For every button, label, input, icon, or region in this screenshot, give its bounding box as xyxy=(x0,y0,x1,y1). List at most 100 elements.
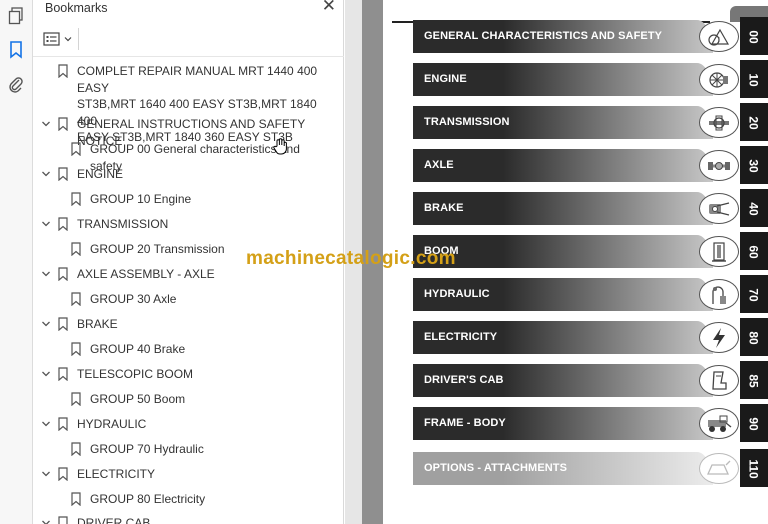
chevron-down-icon[interactable] xyxy=(41,316,51,332)
tab-label: DRIVER'S CAB xyxy=(424,374,504,386)
tab-label: ELECTRICITY xyxy=(424,331,498,343)
tab-number: 85 xyxy=(744,364,764,397)
pages-thumbnails-icon[interactable] xyxy=(4,4,28,28)
tab-label: ENGINE xyxy=(424,73,467,85)
tab-label: OPTIONS - ATTACHMENTS xyxy=(424,462,568,474)
warning-icon: ! xyxy=(699,21,739,52)
bookmark-label: TRANSMISSION xyxy=(77,217,169,231)
bookmark-label: GROUP 40 Brake xyxy=(90,342,186,356)
bookmark-icon xyxy=(58,367,68,382)
tab-number-text: 10 xyxy=(746,72,761,87)
tab-label: TRANSMISSION xyxy=(424,116,510,128)
chevron-down-icon[interactable] xyxy=(41,416,51,432)
bookmark-label: GROUP 00 General characteristics and saf… xyxy=(90,142,300,173)
tab-number: 40 xyxy=(744,192,764,225)
bookmark-icon xyxy=(58,467,68,482)
navigation-rail xyxy=(0,0,33,524)
section-tab[interactable]: ELECTRICITY 80 xyxy=(413,318,768,356)
section-tab[interactable]: BRAKE 40 xyxy=(413,189,768,227)
chevron-down-icon[interactable] xyxy=(41,515,51,524)
panel-title: Bookmarks xyxy=(45,1,108,15)
boom-icon xyxy=(699,236,739,267)
tab-number: 70 xyxy=(744,278,764,311)
panel-header: Bookmarks ✕ xyxy=(33,0,344,22)
panel-divider xyxy=(33,56,344,57)
axle-icon xyxy=(699,150,739,181)
bookmark-label: GROUP 30 Axle xyxy=(90,292,177,306)
section-tab[interactable]: BOOM 60 xyxy=(413,232,768,270)
tab-number: 10 xyxy=(744,63,764,96)
tab-label: FRAME - BODY xyxy=(424,417,506,429)
watermark: machinecatalogic.com xyxy=(246,248,456,269)
lightning-icon xyxy=(699,322,739,353)
tab-number-text: 20 xyxy=(746,115,761,130)
bookmark-icon xyxy=(58,64,68,79)
chevron-down-icon[interactable] xyxy=(41,266,51,282)
pdf-viewer: Bookmarks ✕ COMPLET REPAIR MANUAL MRT 14… xyxy=(0,0,768,524)
tab-number: 90 xyxy=(744,407,764,440)
bookmark-icon[interactable] xyxy=(4,38,28,62)
bookmark-icon xyxy=(58,417,68,432)
bookmark-icon xyxy=(58,317,68,332)
seat-icon xyxy=(699,365,739,396)
bookmark-icon xyxy=(58,167,68,182)
bookmark-icon xyxy=(71,292,81,307)
list-options-icon xyxy=(43,32,60,46)
tab-number-text: 40 xyxy=(746,201,761,216)
bookmark-label: ENGINE xyxy=(77,167,124,181)
attachment-bucket-icon xyxy=(699,453,739,484)
brake-icon xyxy=(699,193,739,224)
tab-number: 20 xyxy=(744,106,764,139)
chevron-down-icon xyxy=(64,37,72,42)
bookmark-label: ELECTRICITY xyxy=(77,467,156,481)
section-tab[interactable]: TRANSMISSION 20 xyxy=(413,103,768,141)
tab-label: GENERAL CHARACTERISTICS AND SAFETY xyxy=(424,30,663,42)
bookmark-label: AXLE ASSEMBLY - AXLE xyxy=(77,267,215,281)
bookmark-label: BRAKE xyxy=(77,317,118,331)
bookmark-icon xyxy=(71,442,81,457)
bookmark-icon xyxy=(71,192,81,207)
bookmark-icon xyxy=(71,242,81,257)
section-tab[interactable]: GENERAL CHARACTERISTICS AND SAFETY 00! xyxy=(413,17,768,55)
toolbar-divider xyxy=(78,28,79,50)
tab-bar xyxy=(413,149,713,182)
section-tab[interactable]: OPTIONS - ATTACHMENTS 110 xyxy=(413,449,768,487)
vehicle-icon xyxy=(699,408,739,439)
bookmark-icon xyxy=(58,217,68,232)
section-tab[interactable]: FRAME - BODY 90 xyxy=(413,404,768,442)
tab-number-text: 30 xyxy=(746,158,761,173)
chevron-down-icon[interactable] xyxy=(41,116,51,132)
bookmark-options-button[interactable] xyxy=(43,28,73,50)
bookmark-label: HYDRAULIC xyxy=(77,417,147,431)
tab-number: 30 xyxy=(744,149,764,182)
tab-number-text: 60 xyxy=(746,244,761,259)
bookmark-label: TELESCOPIC BOOM xyxy=(77,367,194,381)
bookmark-label: GROUP 70 Hydraulic xyxy=(90,442,204,456)
tab-number-text: 85 xyxy=(746,373,761,388)
engine-icon xyxy=(699,64,739,95)
chevron-down-icon[interactable] xyxy=(41,366,51,382)
hydraulic-icon xyxy=(699,279,739,310)
section-tab[interactable]: HYDRAULIC 70 xyxy=(413,275,768,313)
tab-label: BRAKE xyxy=(424,202,464,214)
section-tab[interactable]: ENGINE 10 xyxy=(413,60,768,98)
chevron-down-icon[interactable] xyxy=(41,216,51,232)
tab-number-text: 110 xyxy=(746,458,761,479)
tab-number-text: 90 xyxy=(746,416,761,431)
chevron-down-icon[interactable] xyxy=(41,166,51,182)
bookmark-icon xyxy=(71,392,81,407)
tab-number: 110 xyxy=(744,452,764,485)
attachment-icon[interactable] xyxy=(4,72,28,96)
bookmark-icon xyxy=(71,492,81,507)
chevron-down-icon[interactable] xyxy=(41,466,51,482)
section-tab[interactable]: AXLE 30 xyxy=(413,146,768,184)
bookmark-icon xyxy=(71,342,81,357)
bookmark-icon xyxy=(58,117,68,132)
tab-number: 80 xyxy=(744,321,764,354)
tab-number-text: 00 xyxy=(746,29,761,44)
section-tab[interactable]: DRIVER'S CAB 85 xyxy=(413,361,768,399)
tab-label: AXLE xyxy=(424,159,454,171)
bookmark-label: GROUP 20 Transmission xyxy=(90,242,225,256)
bookmark-icon xyxy=(58,516,68,524)
close-icon[interactable]: ✕ xyxy=(322,0,336,15)
